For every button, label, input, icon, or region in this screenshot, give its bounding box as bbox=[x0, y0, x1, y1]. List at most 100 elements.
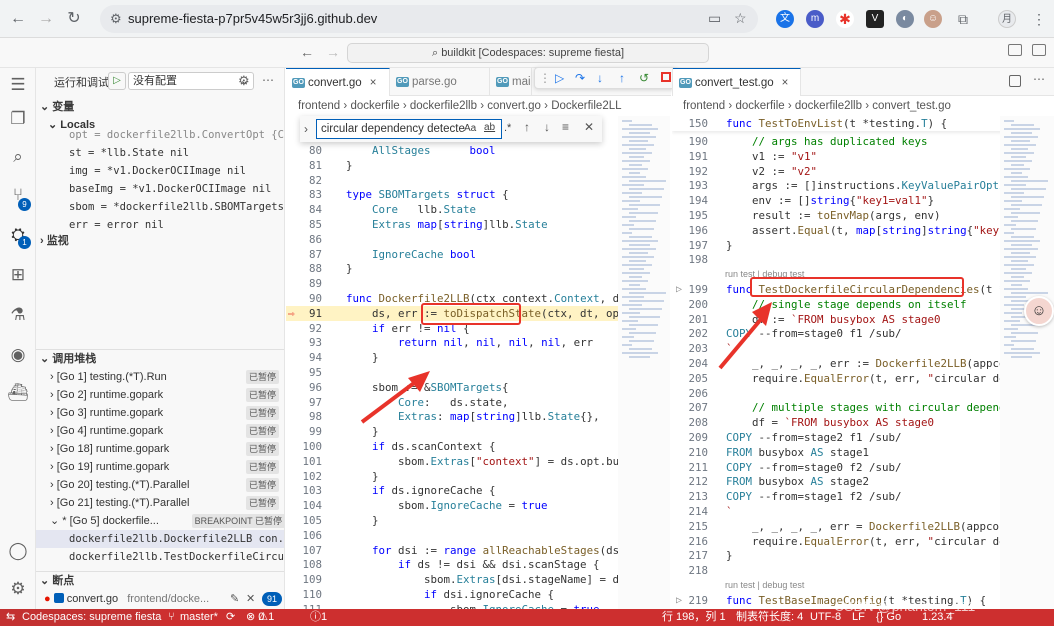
docker-icon[interactable]: ⛴ bbox=[7, 382, 29, 404]
indentation[interactable]: 制表符长度: 4 bbox=[736, 609, 803, 626]
line-number[interactable]: 90 bbox=[286, 291, 322, 306]
nav-back-icon[interactable]: ← bbox=[300, 44, 314, 60]
thread-row[interactable]: › [Go 4] runtime.gopark 已暂停 bbox=[50, 422, 284, 440]
step-over-icon[interactable]: ↷ bbox=[575, 68, 585, 88]
line-number[interactable]: 108 bbox=[286, 557, 322, 572]
thread-row[interactable]: › [Go 2] runtime.gopark 已暂停 bbox=[50, 386, 284, 404]
more-actions-icon[interactable]: ⋯ bbox=[1033, 72, 1045, 86]
extensions-icon[interactable]: ⊞ bbox=[7, 264, 29, 286]
info-status[interactable]: ⓘ 1 bbox=[310, 609, 327, 626]
match-case-toggle[interactable]: Aa bbox=[464, 123, 476, 134]
line-number[interactable]: 93 bbox=[286, 335, 322, 350]
reload-icon[interactable]: ↻ bbox=[64, 9, 84, 29]
line-number[interactable]: 80 bbox=[286, 143, 322, 158]
line-number[interactable]: 204 bbox=[672, 356, 708, 371]
remove-icon[interactable]: ✕ bbox=[246, 590, 255, 608]
line-number[interactable]: 98 bbox=[286, 409, 322, 424]
toggle-sidebar-icon[interactable] bbox=[1032, 44, 1046, 56]
line-number[interactable]: 104 bbox=[286, 498, 322, 513]
settings-gear-icon[interactable]: ⚙ bbox=[7, 578, 29, 600]
run-test-icon[interactable]: ▷ bbox=[676, 593, 682, 608]
thread-row[interactable]: › [Go 3] runtime.gopark 已暂停 bbox=[50, 404, 284, 422]
remote-indicator[interactable]: ⇆ Codespaces: supreme fiesta bbox=[0, 609, 161, 626]
line-number[interactable]: 201 bbox=[672, 312, 708, 327]
breakpoint-checkbox[interactable] bbox=[53, 593, 64, 603]
debug-settings-gear-icon[interactable]: ⚙ bbox=[238, 73, 250, 89]
extensions-puzzle-icon[interactable]: ⧉ bbox=[954, 10, 972, 28]
line-number[interactable]: 192 bbox=[672, 164, 708, 179]
regex-toggle[interactable]: .* bbox=[504, 122, 511, 134]
line-number[interactable]: 190 bbox=[672, 134, 708, 149]
line-number[interactable]: 205 bbox=[672, 371, 708, 386]
line-number[interactable]: 203 bbox=[672, 341, 708, 356]
line-number[interactable]: 109 bbox=[286, 572, 322, 587]
line-number[interactable]: 209 bbox=[672, 430, 708, 445]
close-find-icon[interactable]: ✕ bbox=[584, 120, 594, 134]
line-number[interactable]: 97 bbox=[286, 395, 322, 410]
line-number[interactable]: 101 bbox=[286, 454, 322, 469]
line-number[interactable]: 102 bbox=[286, 469, 322, 484]
search-icon[interactable]: ⌕ bbox=[7, 146, 29, 168]
thread-row[interactable]: › [Go 19] runtime.gopark 已暂停 bbox=[50, 458, 284, 476]
testing-icon[interactable]: ⚗ bbox=[7, 304, 29, 326]
extension-globe-icon[interactable]: ◐ bbox=[896, 10, 914, 28]
continue-icon[interactable]: ▷ bbox=[555, 68, 564, 88]
cursor-position[interactable]: 行 198，列 1 bbox=[662, 609, 726, 626]
tab-main[interactable]: GO mai bbox=[490, 68, 532, 96]
line-number[interactable]: 106 bbox=[286, 528, 322, 543]
line-number[interactable]: 110 bbox=[286, 587, 322, 602]
line-number[interactable]: 111 bbox=[286, 602, 322, 609]
thread-row[interactable]: › [Go 21] testing.(*T).Parallel 已暂停 bbox=[50, 494, 284, 512]
step-into-icon[interactable]: ↓ bbox=[597, 68, 603, 88]
tab-convert-go[interactable]: GO convert.go × bbox=[286, 68, 390, 96]
line-number[interactable]: 194 bbox=[672, 193, 708, 208]
line-number[interactable]: 213 bbox=[672, 489, 708, 504]
stop-icon[interactable] bbox=[661, 72, 671, 82]
split-editor-icon[interactable] bbox=[1009, 75, 1021, 87]
line-number[interactable]: 198 bbox=[672, 252, 708, 267]
line-number[interactable]: 200 bbox=[672, 297, 708, 312]
line-number[interactable]: 202 bbox=[672, 326, 708, 341]
extension-avatar-icon[interactable]: ☺ bbox=[924, 10, 942, 28]
line-number[interactable]: 86 bbox=[286, 232, 322, 247]
line-number[interactable]: 212 bbox=[672, 474, 708, 489]
find-in-selection-icon[interactable]: ≡ bbox=[562, 120, 569, 134]
line-number[interactable]: 85 bbox=[286, 217, 322, 232]
line-number[interactable]: 196 bbox=[672, 223, 708, 238]
thread-row[interactable]: › [Go 18] runtime.gopark 已暂停 bbox=[50, 440, 284, 458]
line-number[interactable]: 94 bbox=[286, 350, 322, 365]
close-icon[interactable]: × bbox=[370, 77, 377, 89]
tab-parse-go[interactable]: GO parse.go bbox=[390, 68, 490, 96]
line-number[interactable]: 217 bbox=[672, 548, 708, 563]
close-icon[interactable]: × bbox=[782, 77, 789, 89]
line-number[interactable]: 193 bbox=[672, 178, 708, 193]
tab-convert-test-go[interactable]: GO convert_test.go × bbox=[673, 68, 801, 96]
run-test-icon[interactable]: ▷ bbox=[676, 282, 682, 297]
forward-icon[interactable]: → bbox=[36, 9, 56, 29]
variable-row[interactable]: st = *llb.State nil bbox=[69, 144, 284, 162]
line-number[interactable]: 197 bbox=[672, 238, 708, 253]
line-number[interactable]: 211 bbox=[672, 460, 708, 475]
stack-frame-row[interactable]: dockerfile2llb.Dockerfile2LLB con... bbox=[36, 530, 284, 548]
toggle-panel-icon[interactable] bbox=[1008, 44, 1022, 56]
line-number[interactable]: 105 bbox=[286, 513, 322, 528]
line-number[interactable]: 210 bbox=[672, 445, 708, 460]
github-icon[interactable]: ◉ bbox=[7, 344, 29, 366]
breakpoint-arrow-icon[interactable]: ⇨ bbox=[288, 306, 295, 321]
line-number[interactable]: 191 bbox=[672, 149, 708, 164]
translate-extension-icon[interactable]: 文 bbox=[776, 10, 794, 28]
start-debug-icon[interactable]: ▷ bbox=[108, 72, 126, 90]
breakpoint-row[interactable]: ● convert.go frontend/docke... ✎ ✕ 91 bbox=[44, 590, 284, 608]
stack-frame-row[interactable]: dockerfile2llb.TestDockerfileCircularDep bbox=[69, 548, 284, 566]
line-number[interactable]: 89 bbox=[286, 276, 322, 291]
problems-status[interactable]: ⊗ 0 ⚠ 1 bbox=[246, 609, 274, 626]
site-info-icon[interactable]: ⚙ bbox=[110, 11, 122, 27]
line-number[interactable]: 100 bbox=[286, 439, 322, 454]
line-number[interactable]: 103 bbox=[286, 483, 322, 498]
edit-icon[interactable]: ✎ bbox=[230, 590, 239, 608]
explorer-icon[interactable]: ❐ bbox=[7, 108, 29, 130]
whole-word-toggle[interactable]: ab bbox=[484, 122, 495, 133]
line-number[interactable]: 81 bbox=[286, 158, 322, 173]
floating-avatar[interactable]: ☺ bbox=[1024, 296, 1054, 326]
step-out-icon[interactable]: ↑ bbox=[619, 68, 625, 88]
